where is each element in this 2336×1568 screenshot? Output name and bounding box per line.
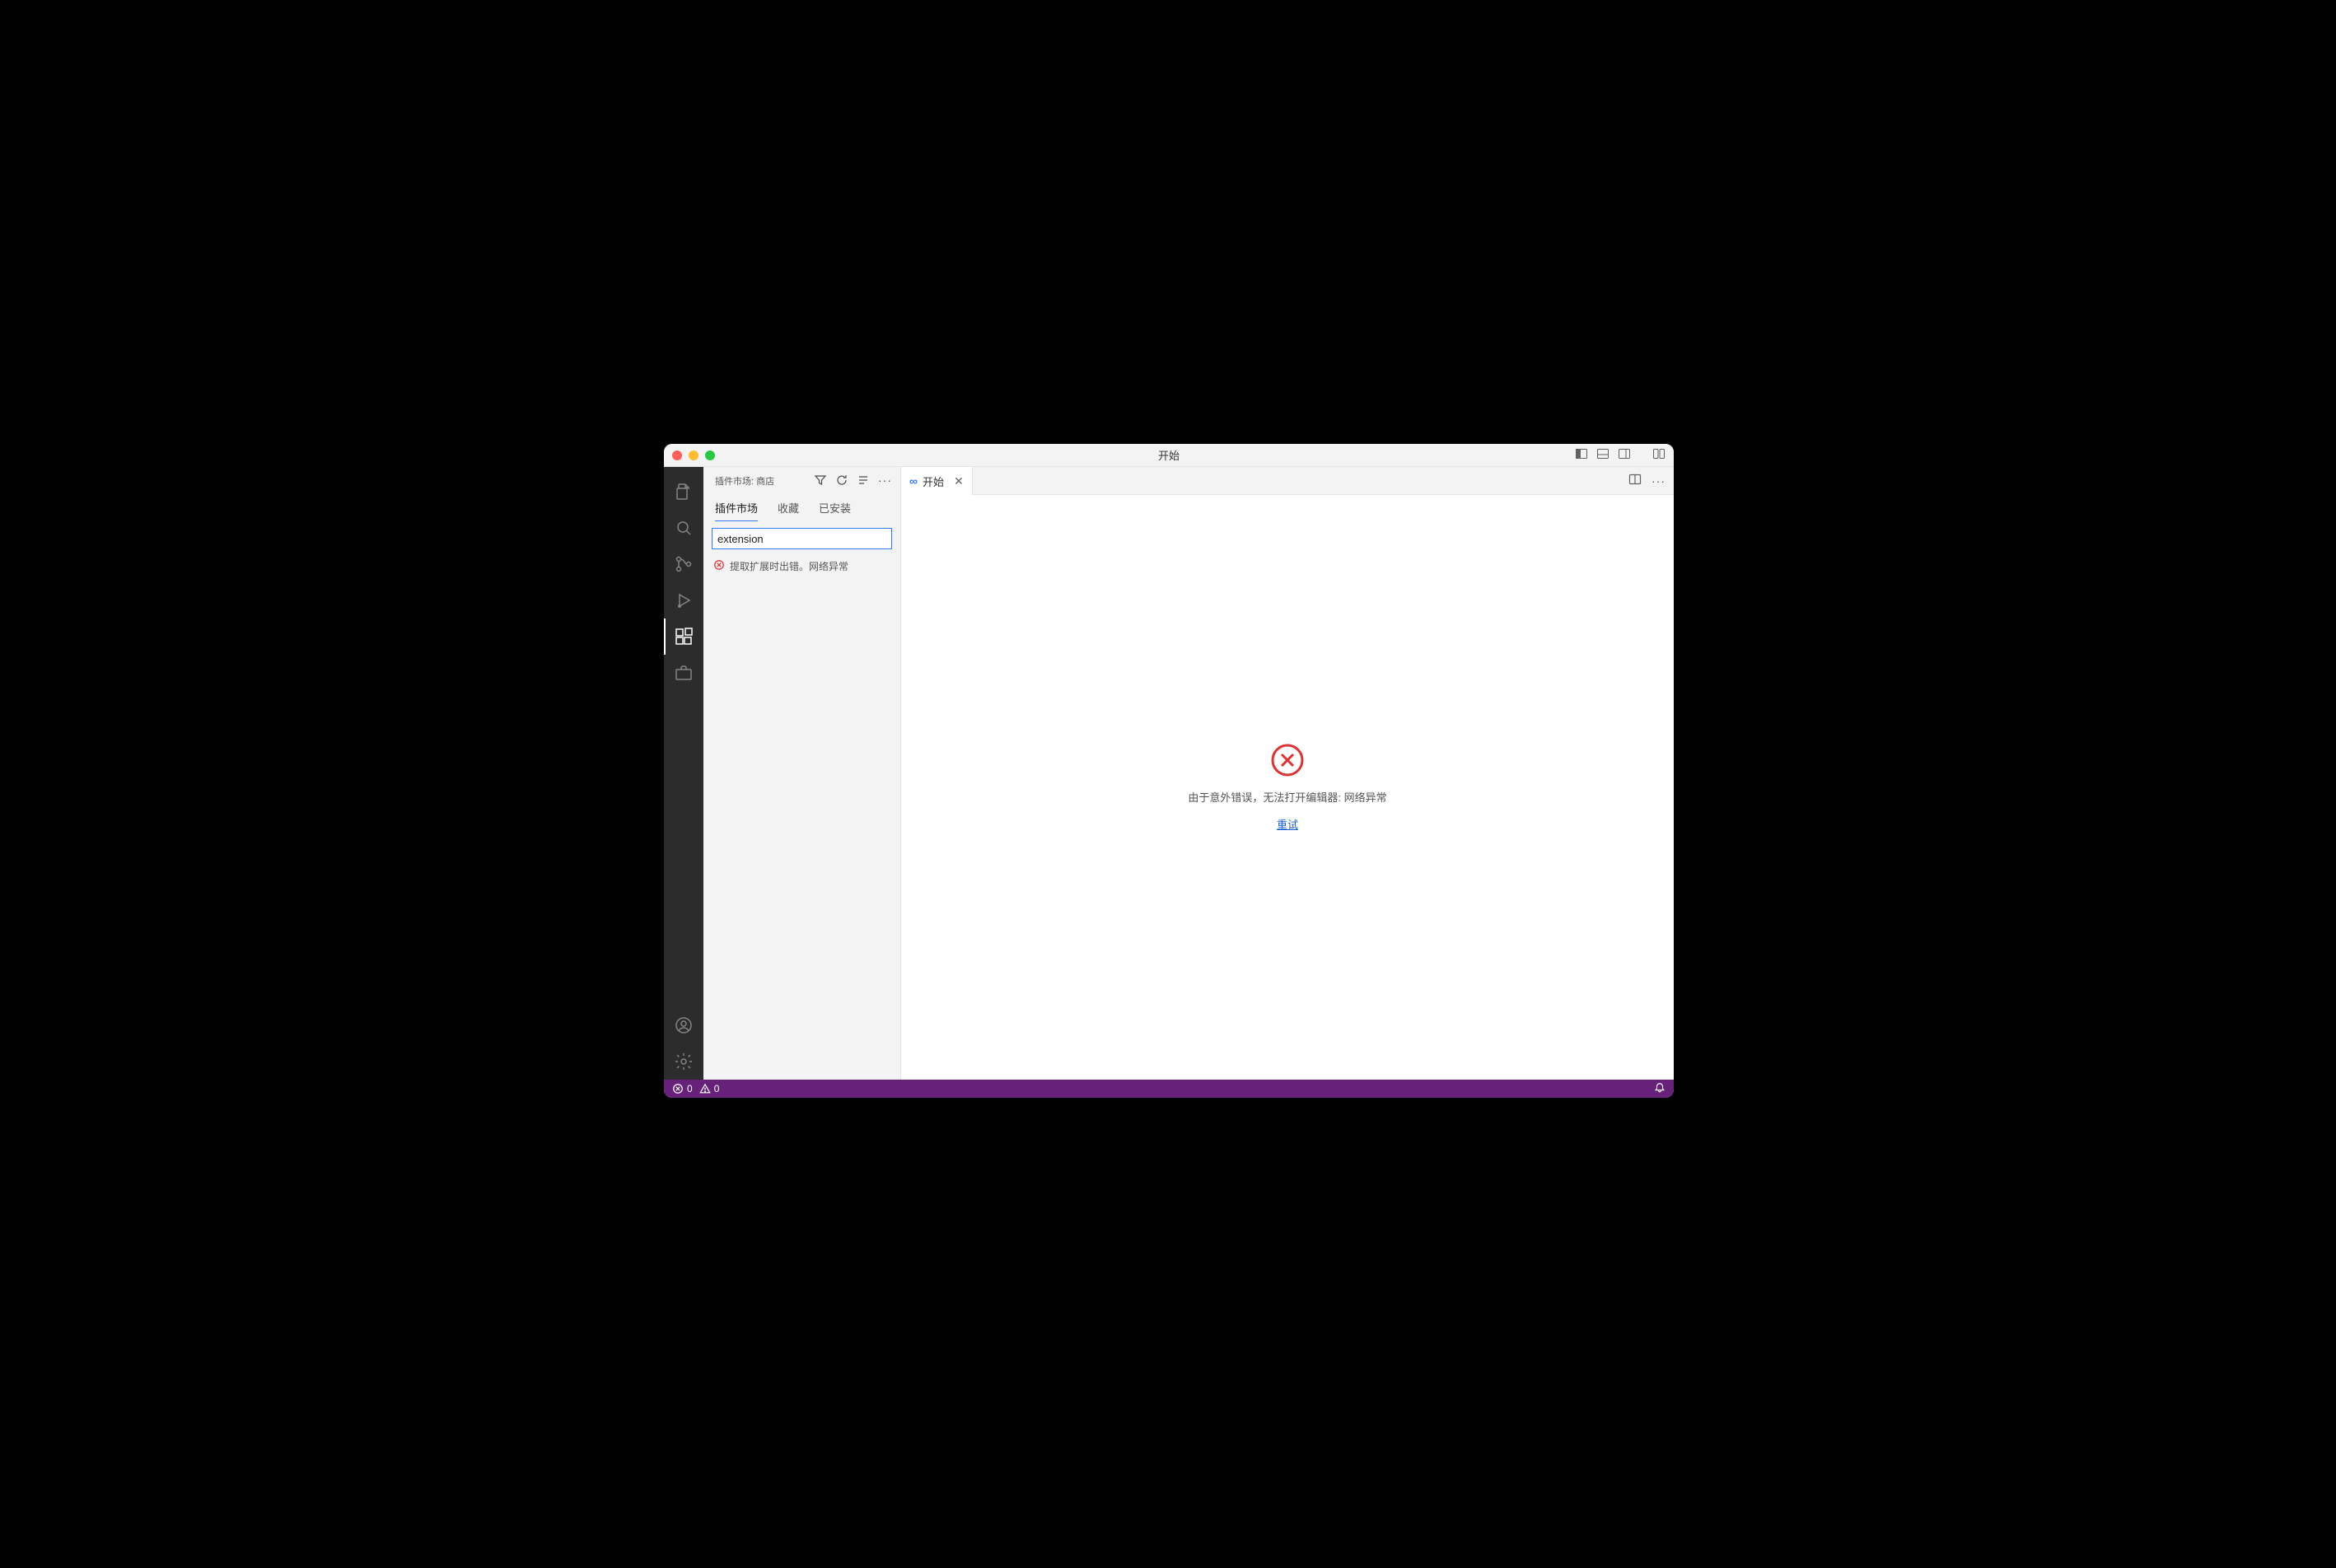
app-window: 开始	[664, 444, 1674, 1098]
close-window-button[interactable]	[672, 450, 682, 460]
error-icon	[713, 559, 725, 573]
sidebar-error-text: 提取扩展时出错。网络异常	[730, 559, 848, 573]
titlebar: 开始	[664, 444, 1674, 467]
editor-error-text: 由于意外错误，无法打开编辑器: 网络异常	[1188, 789, 1386, 805]
editor-tabs: ∞ 开始 ✕ ···	[901, 467, 1674, 495]
editor-area: ∞ 开始 ✕ ··· 由于意外错误，无法打开编辑器: 网络异常 重试	[901, 467, 1674, 1080]
titlebar-layout-controls	[1575, 447, 1666, 463]
retry-link[interactable]: 重试	[1277, 816, 1298, 832]
sidebar-header: 插件市场: 商店 ···	[703, 467, 900, 495]
more-actions-icon[interactable]: ···	[878, 474, 892, 489]
window-title: 开始	[664, 447, 1674, 463]
tab-favorites[interactable]: 收藏	[778, 500, 799, 521]
maximize-window-button[interactable]	[705, 450, 715, 460]
status-problems[interactable]: 0 0	[672, 1083, 719, 1094]
minimize-window-button[interactable]	[689, 450, 698, 460]
toggle-primary-sidebar-icon[interactable]	[1575, 447, 1588, 463]
extension-search-input[interactable]	[712, 528, 892, 549]
search-icon[interactable]	[664, 510, 703, 546]
sidebar-error: 提取扩展时出错。网络异常	[703, 554, 900, 578]
toolbox-icon[interactable]	[664, 655, 703, 691]
customize-layout-icon[interactable]	[1652, 447, 1666, 463]
source-control-icon[interactable]	[664, 546, 703, 582]
tab-marketplace[interactable]: 插件市场	[715, 500, 758, 521]
notifications-bell-icon[interactable]	[1654, 1082, 1666, 1096]
run-debug-icon[interactable]	[664, 582, 703, 618]
status-warnings-count: 0	[714, 1083, 720, 1094]
error-large-icon	[1270, 743, 1305, 777]
status-bar: 0 0	[664, 1080, 1674, 1098]
editor-tab-label: 开始	[923, 474, 944, 489]
toggle-panel-icon[interactable]	[1596, 447, 1610, 463]
editor-more-actions-icon[interactable]: ···	[1652, 474, 1666, 488]
split-editor-icon[interactable]	[1628, 473, 1642, 488]
accounts-icon[interactable]	[664, 1007, 703, 1043]
sidebar-title: 插件市场: 商店	[715, 474, 774, 488]
refresh-icon[interactable]	[835, 474, 848, 489]
infinity-icon: ∞	[909, 474, 918, 488]
status-errors-count: 0	[687, 1083, 693, 1094]
settings-gear-icon[interactable]	[664, 1043, 703, 1080]
sidebar: 插件市场: 商店 ··· 插件市场 收藏 已安装	[703, 467, 901, 1080]
window-controls	[672, 450, 715, 460]
toggle-secondary-sidebar-icon[interactable]	[1618, 447, 1631, 463]
clear-icon[interactable]	[857, 474, 870, 489]
explorer-icon[interactable]	[664, 474, 703, 510]
close-tab-icon[interactable]: ✕	[954, 474, 964, 488]
filter-icon[interactable]	[814, 474, 827, 489]
editor-content: 由于意外错误，无法打开编辑器: 网络异常 重试	[901, 495, 1674, 1080]
sidebar-tabs: 插件市场 收藏 已安装	[703, 495, 900, 521]
tab-installed[interactable]: 已安装	[819, 500, 851, 521]
activity-bar	[664, 467, 703, 1080]
extensions-icon[interactable]	[664, 618, 703, 655]
editor-tab-welcome[interactable]: ∞ 开始 ✕	[901, 467, 973, 495]
